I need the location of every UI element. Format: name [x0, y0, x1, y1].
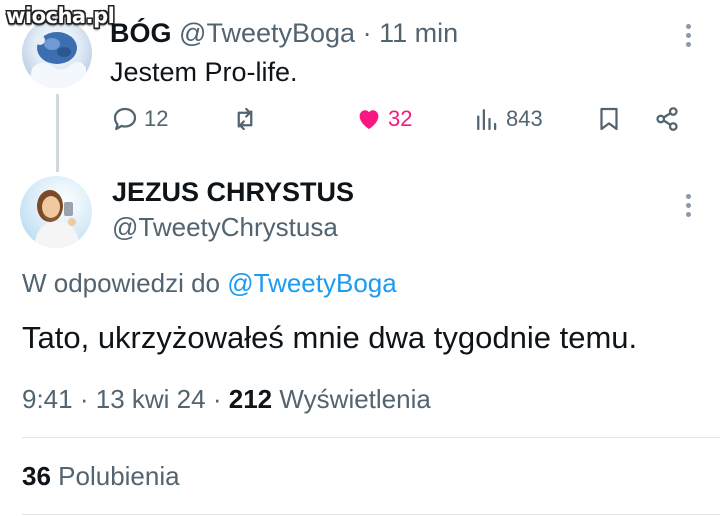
- meta-separator: ·: [79, 384, 89, 414]
- reply-context: W odpowiedzi do @TweetyBoga: [22, 268, 397, 299]
- bookmark-icon: [600, 107, 618, 131]
- tweet2-likes-link[interactable]: 36 Polubienia: [22, 461, 180, 492]
- tweet2-text: Tato, ukrzyżowałeś mnie dwa tygodnie tem…: [22, 320, 638, 355]
- bookmark-button[interactable]: [594, 104, 624, 134]
- tweet2-views-count: 212: [228, 384, 273, 414]
- tweet2-date[interactable]: 13 kwi 24: [96, 384, 206, 414]
- tweet1-author-name[interactable]: BÓG: [110, 18, 172, 48]
- views-button[interactable]: 843: [472, 104, 543, 134]
- divider-bottom: [22, 514, 720, 515]
- tweet2-meta: 9:41 · 13 kwi 24 · 212 Wyświetlenia: [22, 384, 431, 415]
- share-button[interactable]: [652, 104, 682, 134]
- tweet2-likes-label: Polubienia: [58, 461, 180, 491]
- tweet1-header: BÓG @TweetyBoga · 11 min: [110, 18, 458, 49]
- watermark-logo: wiocha.pl: [6, 4, 115, 28]
- tweet1-text: Jestem Pro-life.: [110, 57, 298, 87]
- like-button[interactable]: 32: [354, 104, 412, 134]
- tweet2-author-handle[interactable]: @TweetyChrystusa: [112, 212, 338, 243]
- tweet1-separator: ·: [362, 18, 372, 48]
- meta-separator-2: ·: [212, 384, 222, 414]
- avatar-jezus[interactable]: [20, 176, 92, 248]
- tweet1-author-handle[interactable]: @TweetyBoga: [179, 18, 355, 48]
- retweet-icon: [237, 107, 253, 131]
- tweet2-views-label: Wyświetlenia: [279, 384, 431, 414]
- reply-prefix: W odpowiedzi do: [22, 268, 220, 298]
- tweet2-time[interactable]: 9:41: [22, 384, 73, 414]
- tweet1-more-icon[interactable]: [686, 24, 692, 51]
- heart-icon: [359, 110, 379, 129]
- reply-mention-link[interactable]: @TweetyBoga: [227, 268, 396, 298]
- retweet-button[interactable]: [230, 104, 264, 134]
- reply-button[interactable]: 12: [110, 104, 168, 134]
- share-icon: [656, 107, 678, 131]
- divider: [22, 437, 720, 438]
- analytics-icon: [477, 109, 497, 131]
- like-count: 32: [388, 106, 413, 131]
- reply-count: 12: [144, 106, 169, 131]
- tweet2-more-icon[interactable]: [686, 194, 692, 221]
- tweet1-time[interactable]: 11 min: [379, 18, 458, 48]
- tweet2-likes-count: 36: [22, 461, 51, 491]
- views-count: 843: [506, 106, 543, 131]
- tweet1-action-bar: 12 32 843: [0, 104, 720, 140]
- tweet2-author-name[interactable]: JEZUS CHRYSTUS: [112, 177, 354, 208]
- reply-icon: [113, 107, 137, 131]
- avatar-bog[interactable]: [22, 18, 92, 88]
